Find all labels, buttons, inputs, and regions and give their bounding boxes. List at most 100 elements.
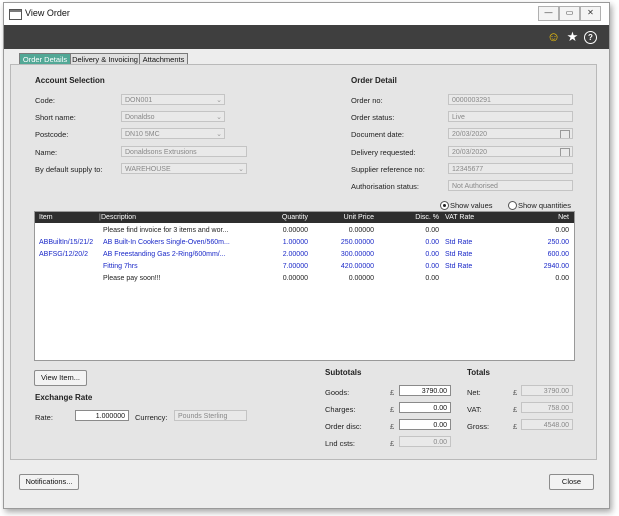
order-no-label: Order no:: [351, 96, 383, 105]
order-disc-currency: £: [390, 422, 395, 431]
delivery-requested-field[interactable]: 20/03/2020: [448, 146, 573, 157]
cell-disc: 0.00: [425, 227, 439, 234]
cell-vat-rate: Std Rate: [445, 251, 473, 258]
help-icon[interactable]: ?: [584, 31, 597, 44]
gross-currency: £: [513, 422, 518, 431]
table-row[interactable]: Please find invoice for 3 items and wor.…: [35, 225, 574, 237]
code-value: DON001: [125, 97, 153, 104]
col-net[interactable]: Net: [505, 212, 569, 223]
net-label: Net:: [467, 388, 481, 397]
lnd-csts-label: Lnd csts:: [325, 439, 356, 448]
window-app-icon: [9, 9, 22, 20]
net-total-field: 3790.00: [521, 385, 573, 396]
col-description[interactable]: Description: [101, 212, 136, 223]
chevron-down-icon[interactable]: ⌄: [216, 95, 222, 104]
order-lines-grid[interactable]: Item Description Quantity Unit Price Dis…: [34, 211, 575, 361]
cell-disc: 0.00: [425, 263, 439, 270]
view-item-button[interactable]: View Item...: [34, 370, 87, 386]
close-window-button[interactable]: ✕: [580, 6, 601, 21]
table-row[interactable]: Please pay soon!!! 0.00000 0.00000 0.00 0.00: [35, 273, 574, 285]
order-disc-field[interactable]: 0.00: [399, 419, 451, 430]
postcode-value: DN10 5MC: [125, 131, 160, 138]
charges-label: Charges:: [325, 405, 356, 414]
currency-label: Currency:: [135, 413, 168, 422]
order-status-label: Order status:: [351, 113, 395, 122]
authorisation-status-label: Authorisation status:: [351, 182, 419, 191]
order-disc-label: Order disc:: [325, 422, 362, 431]
cell-unit-price: 0.00000: [348, 227, 374, 234]
authorisation-status-field: Not Authorised: [448, 180, 573, 191]
code-label: Code:: [35, 96, 56, 105]
charges-field[interactable]: 0.00: [399, 402, 451, 413]
goods-label: Goods:: [325, 388, 350, 397]
tool-strip: ☺ ★ ?: [4, 25, 609, 49]
subtotals-heading: Subtotals: [325, 368, 362, 377]
cell-unit-price: 0.00000: [348, 275, 374, 282]
short-name-field[interactable]: Donaldso ⌄: [121, 111, 225, 122]
supply-to-label: By default supply to:: [35, 165, 103, 174]
table-row[interactable]: Fitting 7hrs 7.00000 420.00000 0.00 Std Rate…: [35, 261, 574, 273]
goods-field[interactable]: 3790.00: [399, 385, 451, 396]
star-icon[interactable]: ★: [565, 29, 580, 44]
order-no-field: 0000003291: [448, 94, 573, 105]
cell-quantity: 7.00000: [282, 263, 308, 270]
col-disc[interactable]: Disc. %: [380, 212, 439, 223]
col-vat-rate[interactable]: VAT Rate: [445, 212, 474, 223]
rate-label: Rate:: [35, 413, 53, 422]
short-name-label: Short name:: [35, 113, 76, 122]
chevron-down-icon[interactable]: ⌄: [216, 129, 222, 138]
col-item[interactable]: Item: [39, 212, 53, 223]
name-label: Name:: [35, 148, 58, 157]
minimize-button[interactable]: —: [538, 6, 559, 21]
cell-net: 2940.00: [543, 263, 569, 270]
chevron-down-icon[interactable]: ⌄: [216, 112, 222, 121]
document-date-value: 20/03/2020: [452, 131, 488, 138]
col-unit-price[interactable]: Unit Price: [314, 212, 374, 223]
show-quantities-label[interactable]: Show quantities: [518, 201, 571, 210]
delivery-requested-label: Delivery requested:: [351, 148, 416, 157]
cell-net: 0.00: [555, 227, 569, 234]
net-currency: £: [513, 388, 518, 397]
cell-unit-price: 300.00000: [340, 251, 374, 258]
vat-label: VAT:: [467, 405, 482, 414]
postcode-field[interactable]: DN10 5MC ⌄: [121, 128, 225, 139]
cell-disc: 0.00: [425, 251, 439, 258]
document-date-label: Document date:: [351, 130, 404, 139]
gross-total-field: 4548.00: [521, 419, 573, 430]
show-values-label[interactable]: Show values: [450, 201, 493, 210]
supplier-ref-label: Supplier reference no:: [351, 165, 425, 174]
close-button[interactable]: Close: [549, 474, 594, 490]
smiley-icon[interactable]: ☺: [546, 29, 561, 44]
col-separator: |: [99, 214, 101, 221]
cell-unit-price: 420.00000: [340, 263, 374, 270]
goods-currency: £: [390, 388, 395, 397]
currency-field: Pounds Sterling: [174, 410, 247, 421]
calendar-icon[interactable]: [560, 130, 570, 138]
vat-total-field: 758.00: [521, 402, 573, 413]
cell-description: Fitting 7hrs: [103, 263, 138, 270]
cell-disc: 0.00: [425, 239, 439, 246]
totals-heading: Totals: [467, 368, 490, 377]
table-row[interactable]: ABBuiltIn/15/21/2 AB Built-In Cookers Sin…: [35, 237, 574, 249]
cell-quantity: 0.00000: [282, 227, 308, 234]
supply-to-field[interactable]: WAREHOUSE ⌄: [121, 163, 247, 174]
calendar-icon[interactable]: [560, 148, 570, 156]
notifications-button[interactable]: Notifications...: [19, 474, 79, 490]
chevron-down-icon[interactable]: ⌄: [238, 164, 244, 173]
show-values-radio[interactable]: [440, 201, 449, 210]
cell-quantity: 0.00000: [282, 275, 308, 282]
cell-description: AB Built-In Cookers Single-Oven/560m...: [103, 239, 230, 246]
supply-to-value: WAREHOUSE: [125, 166, 171, 173]
order-detail-heading: Order Detail: [351, 76, 397, 85]
maximize-button[interactable]: ▭: [559, 6, 580, 21]
grid-header: Item Description Quantity Unit Price Dis…: [35, 212, 574, 223]
document-date-field[interactable]: 20/03/2020: [448, 128, 573, 139]
code-field[interactable]: DON001 ⌄: [121, 94, 225, 105]
rate-field[interactable]: 1.000000: [75, 410, 129, 421]
title-bar: View Order — ▭ ✕: [4, 3, 609, 25]
show-quantities-radio[interactable]: [508, 201, 517, 210]
table-row[interactable]: ABFSG/12/20/2 AB Freestanding Gas 2-Ring/…: [35, 249, 574, 261]
window-title: View Order: [25, 8, 70, 18]
short-name-value: Donaldso: [125, 114, 155, 121]
col-quantity[interactable]: Quantity: [244, 212, 308, 223]
